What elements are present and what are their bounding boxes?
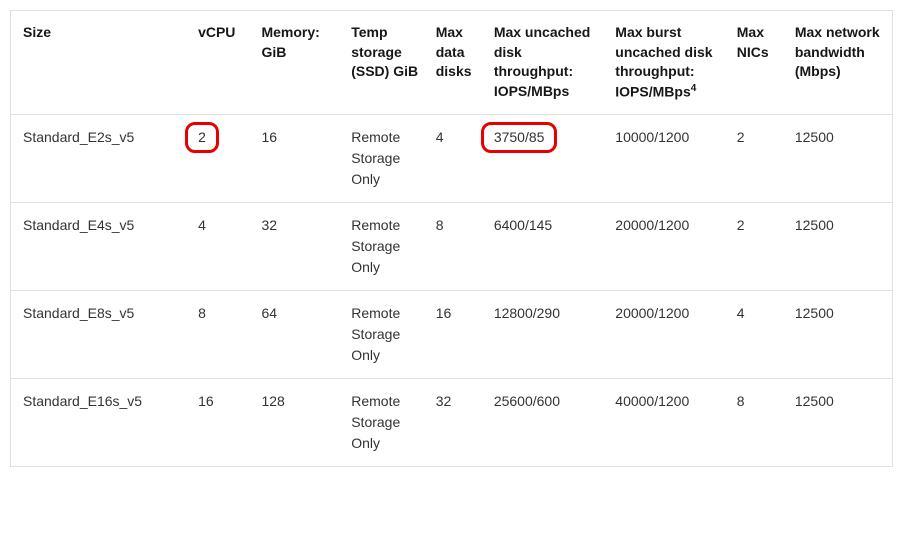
cell-disks: 8 bbox=[428, 203, 486, 291]
col-header-temp: Temp storage (SSD) GiB bbox=[343, 11, 428, 115]
table-row: Standard_E4s_v5 4 32 Remote Storage Only… bbox=[11, 203, 893, 291]
cell-nics: 2 bbox=[729, 115, 787, 203]
cell-memory: 16 bbox=[253, 115, 343, 203]
cell-vcpu: 2 bbox=[190, 115, 253, 203]
col-header-nics: Max NICs bbox=[729, 11, 787, 115]
cell-bw: 12500 bbox=[787, 379, 893, 467]
cell-burst: 20000/1200 bbox=[607, 203, 728, 291]
cell-bw: 12500 bbox=[787, 203, 893, 291]
cell-temp: Remote Storage Only bbox=[343, 115, 428, 203]
cell-uncached: 25600/600 bbox=[486, 379, 607, 467]
col-header-burst: Max burst uncached disk throughput: IOPS… bbox=[607, 11, 728, 115]
table-row: Standard_E16s_v5 16 128 Remote Storage O… bbox=[11, 379, 893, 467]
col-header-memory: Memory: GiB bbox=[253, 11, 343, 115]
cell-bw: 12500 bbox=[787, 115, 893, 203]
col-header-size: Size bbox=[11, 11, 191, 115]
cell-temp: Remote Storage Only bbox=[343, 203, 428, 291]
cell-vcpu: 8 bbox=[190, 291, 253, 379]
highlight-vcpu: 2 bbox=[185, 122, 219, 153]
cell-uncached: 12800/290 bbox=[486, 291, 607, 379]
cell-uncached: 3750/85 bbox=[486, 115, 607, 203]
vm-size-table: Size vCPU Memory: GiB Temp storage (SSD)… bbox=[10, 10, 893, 467]
table-row: Standard_E2s_v5 2 16 Remote Storage Only… bbox=[11, 115, 893, 203]
col-header-bw: Max network bandwidth (Mbps) bbox=[787, 11, 893, 115]
col-header-uncached: Max uncached disk throughput: IOPS/MBps bbox=[486, 11, 607, 115]
cell-temp: Remote Storage Only bbox=[343, 379, 428, 467]
cell-disks: 16 bbox=[428, 291, 486, 379]
cell-size: Standard_E4s_v5 bbox=[11, 203, 191, 291]
cell-vcpu: 16 bbox=[190, 379, 253, 467]
table-header-row: Size vCPU Memory: GiB Temp storage (SSD)… bbox=[11, 11, 893, 115]
col-header-vcpu: vCPU bbox=[190, 11, 253, 115]
cell-memory: 128 bbox=[253, 379, 343, 467]
cell-memory: 64 bbox=[253, 291, 343, 379]
highlight-uncached: 3750/85 bbox=[481, 122, 558, 153]
cell-burst: 40000/1200 bbox=[607, 379, 728, 467]
table-row: Standard_E8s_v5 8 64 Remote Storage Only… bbox=[11, 291, 893, 379]
cell-disks: 32 bbox=[428, 379, 486, 467]
cell-size: Standard_E2s_v5 bbox=[11, 115, 191, 203]
cell-uncached: 6400/145 bbox=[486, 203, 607, 291]
cell-nics: 4 bbox=[729, 291, 787, 379]
cell-memory: 32 bbox=[253, 203, 343, 291]
cell-size: Standard_E8s_v5 bbox=[11, 291, 191, 379]
cell-temp: Remote Storage Only bbox=[343, 291, 428, 379]
cell-burst: 20000/1200 bbox=[607, 291, 728, 379]
cell-bw: 12500 bbox=[787, 291, 893, 379]
cell-nics: 8 bbox=[729, 379, 787, 467]
cell-nics: 2 bbox=[729, 203, 787, 291]
cell-burst: 10000/1200 bbox=[607, 115, 728, 203]
col-header-disks: Max data disks bbox=[428, 11, 486, 115]
cell-disks: 4 bbox=[428, 115, 486, 203]
cell-size: Standard_E16s_v5 bbox=[11, 379, 191, 467]
cell-vcpu: 4 bbox=[190, 203, 253, 291]
